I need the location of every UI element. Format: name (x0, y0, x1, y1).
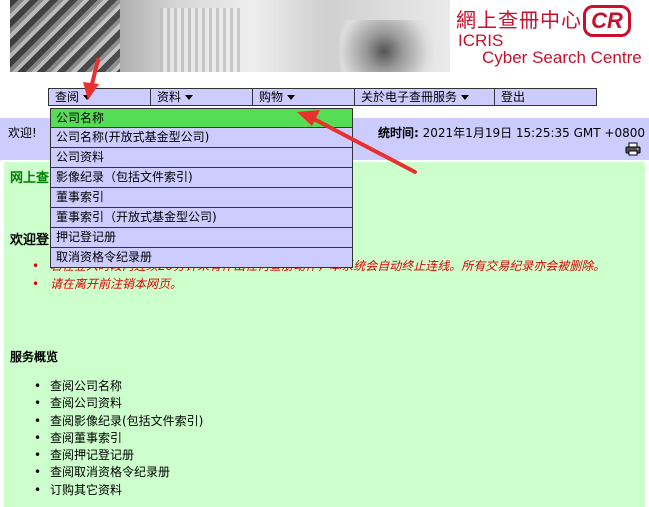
caret-down-icon (287, 95, 296, 100)
photo-segment (10, 0, 120, 72)
caret-down-icon (83, 95, 92, 100)
site-header: 網上查冊中心 CR ICRIS Cyber Search Centre (0, 0, 649, 84)
caret-down-icon (461, 95, 470, 100)
dropdown-item-director-index[interactable]: 董事索引 (50, 188, 353, 208)
dropdown-item-company-info[interactable]: 公司资料 (50, 148, 353, 168)
main-menu-bar: 查阅 资料 购物 关於电子查冊服务 登出 (48, 88, 597, 106)
dropdown-item-company-name-ofc[interactable]: 公司名称(开放式基金型公司) (50, 128, 353, 148)
menu-information[interactable]: 资料 (151, 89, 253, 105)
menu-shopping-label: 购物 (259, 90, 284, 104)
login-time-label: 统时间: (378, 126, 419, 140)
list-item: 查阅取消资格令纪录册 (32, 464, 203, 482)
list-item: 查阅董事索引 (32, 430, 203, 448)
logo-cyber-search-centre: Cyber Search Centre (482, 48, 642, 67)
notice-item: 请在离开前注销本网页。 (32, 276, 632, 293)
photo-segment (340, 20, 450, 72)
menu-information-label: 资料 (157, 90, 182, 104)
menu-about-label: 关於电子查冊服务 (361, 90, 458, 104)
menu-logout-label: 登出 (501, 90, 526, 104)
menu-search[interactable]: 查阅 (49, 89, 151, 105)
list-item: 查阅公司资料 (32, 395, 203, 413)
list-item: 订购其它资料 (32, 482, 203, 500)
menu-logout[interactable]: 登出 (495, 89, 596, 105)
services-heading: 服务概览 (10, 350, 59, 364)
header-photo-collage (10, 0, 450, 72)
page-title: 网上查 (10, 171, 50, 186)
dropdown-item-company-name[interactable]: 公司名称 (50, 108, 353, 128)
login-time: 统时间: 2021年1月19日 15:25:35 GMT +0800 (378, 124, 645, 141)
caret-down-icon (185, 95, 194, 100)
welcome-text: 欢迎! (8, 126, 37, 140)
dropdown-item-director-index-ofc[interactable]: 董事索引（开放式基金型公司) (50, 208, 353, 228)
logo-cr-badge: CR (583, 5, 631, 37)
list-item: 查阅押记登记册 (32, 447, 203, 465)
dropdown-item-charges-register[interactable]: 押记登记册 (50, 228, 353, 248)
login-time-value: 2021年1月19日 15:25:35 GMT +0800 (422, 126, 645, 140)
list-item: 查阅公司名称 (32, 378, 203, 396)
list-item: 查阅影像纪录(包括文件索引) (32, 413, 203, 431)
logo-chinese-name: 網上查冊中心 (456, 8, 582, 32)
photo-segment (160, 8, 240, 72)
printer-icon[interactable] (625, 142, 641, 156)
services-list: 查阅公司名称 查阅公司资料 查阅影像纪录(包括文件索引) 查阅董事索引 查阅押记… (32, 378, 203, 499)
welcome-heading: 欢迎登 (10, 233, 50, 248)
menu-search-label: 查阅 (55, 90, 80, 104)
dropdown-item-disqualification-register[interactable]: 取消资格令纪录册 (50, 248, 353, 268)
dropdown-item-image-records[interactable]: 影像纪录（包括文件索引) (50, 168, 353, 188)
search-dropdown-menu: 公司名称 公司名称(开放式基金型公司) 公司资料 影像纪录（包括文件索引) 董事… (50, 108, 353, 268)
menu-about[interactable]: 关於电子查冊服务 (355, 89, 495, 105)
menu-shopping[interactable]: 购物 (253, 89, 355, 105)
